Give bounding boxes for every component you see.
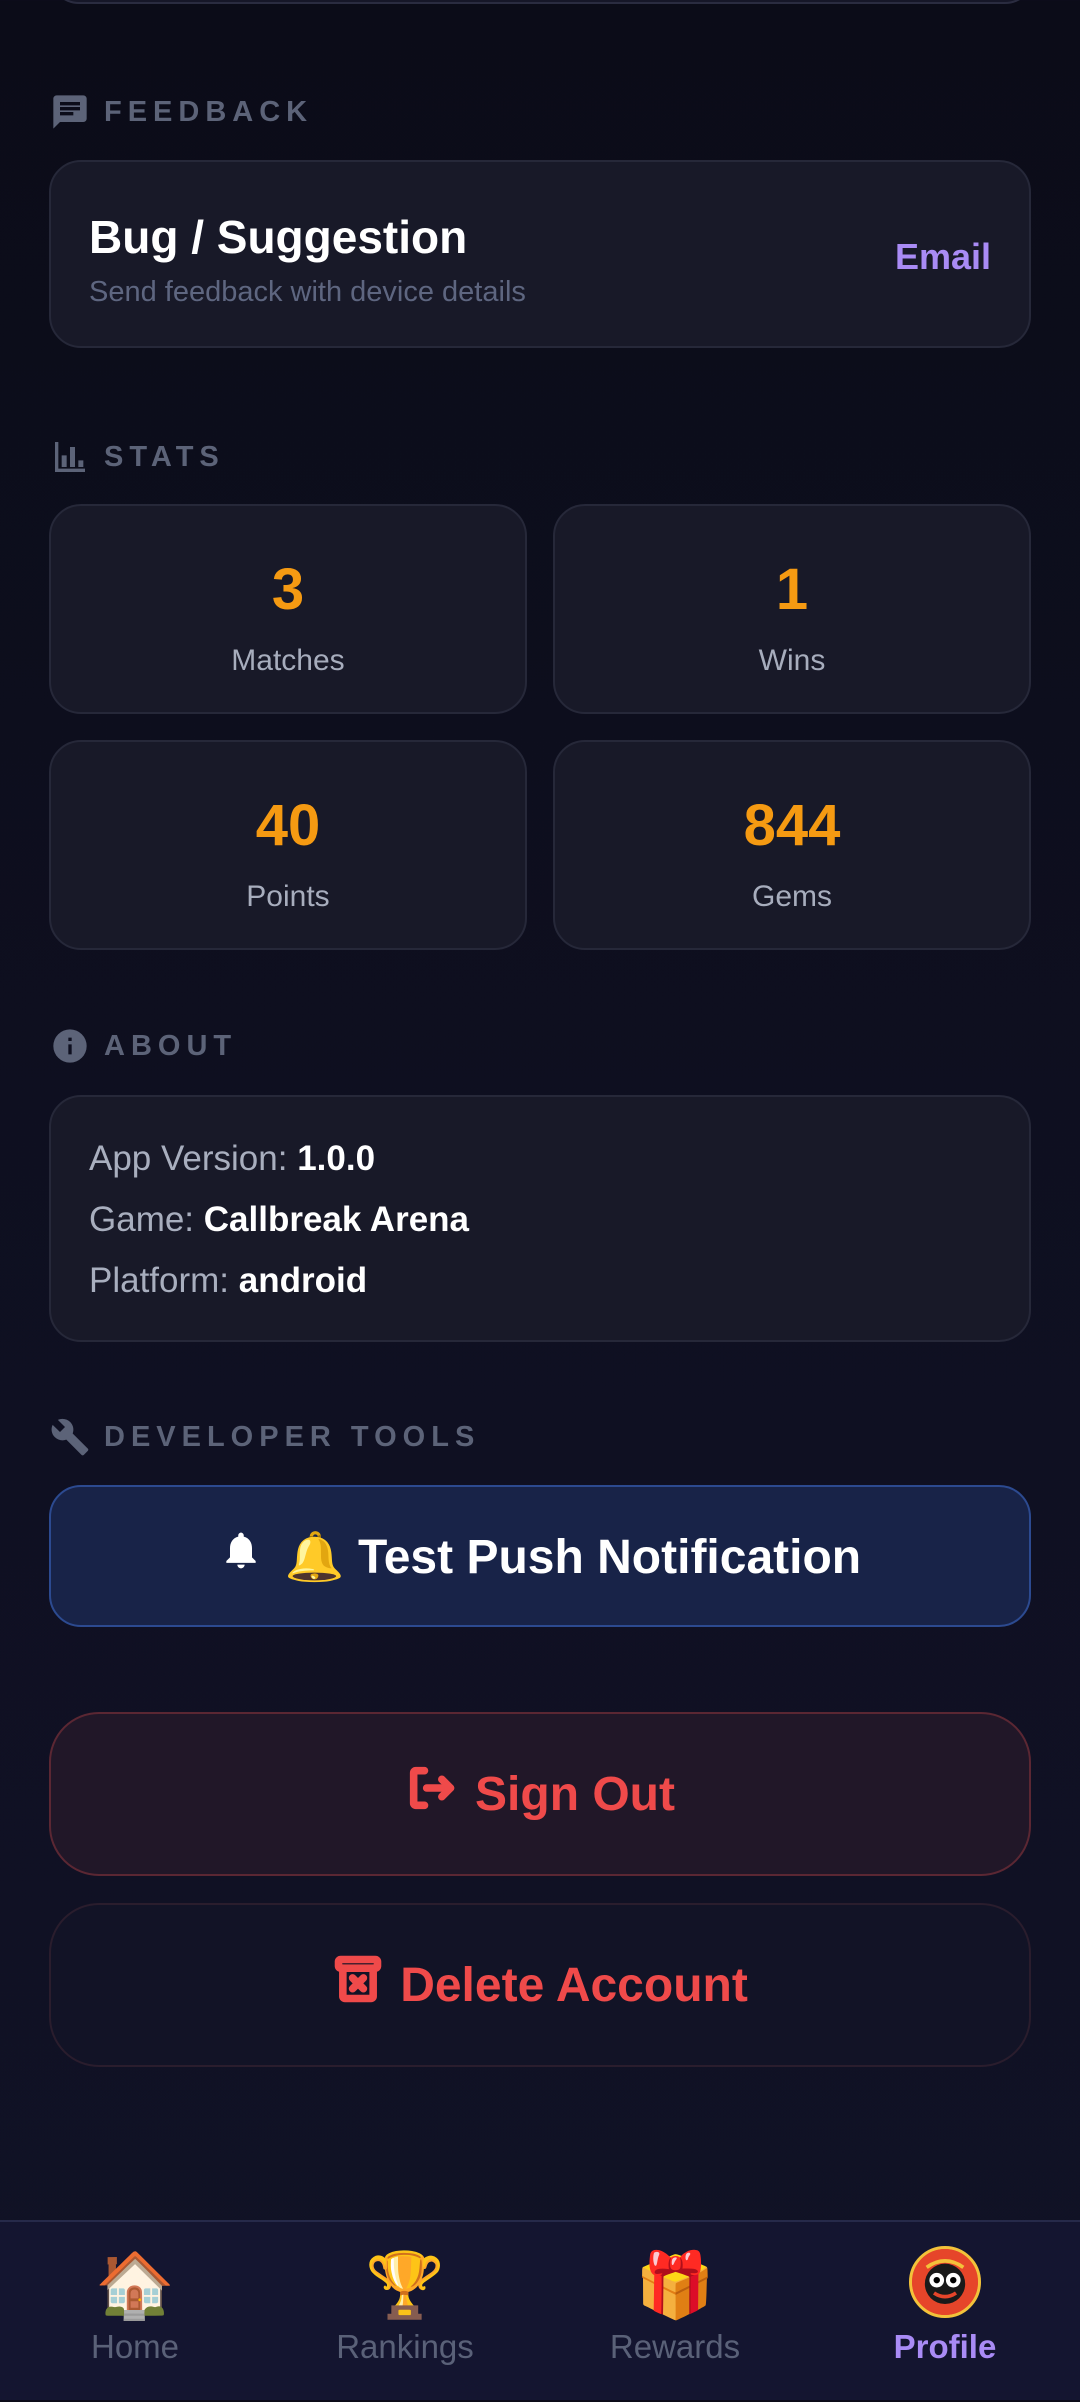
stat-label: Wins [758,644,826,677]
game-label: Game: [89,1200,195,1239]
feedback-section-header: FEEDBACK [50,92,313,132]
feedback-card[interactable]: Bug / Suggestion Send feedback with devi… [49,160,1031,348]
stat-label: Gems [751,880,832,913]
stat-card-points: 40 Points [49,740,527,950]
test-push-notification-button[interactable]: 🔔 Test Push Notification [49,1485,1031,1627]
delete-account-label: Delete Account [400,1958,748,2012]
feedback-subtitle: Send feedback with device details [89,276,526,308]
bell-icon [219,1526,263,1586]
stat-card-wins: 1 Wins [553,504,1031,714]
app-version-label: App Version: [89,1139,288,1178]
about-section-header: ABOUT [50,1026,237,1066]
developer-tools-section-title: DEVELOPER TOOLS [104,1420,481,1453]
test-push-notification-label: 🔔 Test Push Notification [284,1530,862,1584]
nav-profile[interactable]: Profile [810,2222,1080,2402]
stat-card-gems: 844 Gems [553,740,1031,950]
info-icon [50,1026,90,1066]
nav-rewards[interactable]: 🎁 Rewards [540,2222,810,2402]
delete-account-button[interactable]: Delete Account [49,1903,1031,2067]
nav-home[interactable]: 🏠 Home [0,2222,270,2402]
delete-icon [332,1953,384,2017]
stat-value: 40 [255,793,321,858]
stat-label: Matches [231,644,345,677]
bar-chart-icon [50,437,90,477]
platform-row: Platform: android [89,1261,367,1301]
nav-rewards-label: Rewards [609,2328,741,2365]
sign-out-label: Sign Out [475,1767,675,1821]
home-icon: 🏠 [95,2249,175,2321]
nav-profile-label: Profile [893,2328,997,2365]
avatar-icon [909,2246,981,2318]
about-card: App Version: 1.0.0 Game: Callbreak Arena… [49,1095,1031,1342]
nav-rankings-label: Rankings [336,2328,474,2365]
email-feedback-button[interactable]: Email [895,236,991,278]
developer-tools-section-header: DEVELOPER TOOLS [50,1417,480,1457]
previous-card-edge [49,0,1035,4]
stats-section-header: STATS [50,437,225,477]
game-row: Game: Callbreak Arena [89,1200,469,1240]
stat-card-matches: 3 Matches [49,504,527,714]
bottom-navigation: 🏠 Home 🏆 Rankings 🎁 Rewards Profile [0,2220,1080,2400]
feedback-section-title: FEEDBACK [104,95,314,128]
platform-label: Platform: [89,1261,230,1300]
stats-section-title: STATS [104,440,225,473]
app-version-row: App Version: 1.0.0 [89,1139,375,1179]
feedback-title: Bug / Suggestion [89,211,468,263]
about-section-title: ABOUT [104,1029,238,1062]
platform-value: android [238,1261,368,1300]
app-version-value: 1.0.0 [297,1139,376,1178]
stat-value: 844 [743,793,841,858]
gift-icon: 🎁 [635,2249,715,2321]
wrench-icon [50,1417,90,1457]
nav-rankings[interactable]: 🏆 Rankings [270,2222,540,2402]
stat-value: 1 [775,557,809,622]
stat-label: Points [246,880,330,913]
game-value: Callbreak Arena [203,1200,469,1239]
trophy-icon: 🏆 [365,2249,445,2321]
logout-icon [405,1762,457,1826]
sign-out-button[interactable]: Sign Out [49,1712,1031,1876]
feedback-icon [50,92,90,132]
stat-value: 3 [271,557,305,622]
nav-home-label: Home [90,2328,180,2365]
